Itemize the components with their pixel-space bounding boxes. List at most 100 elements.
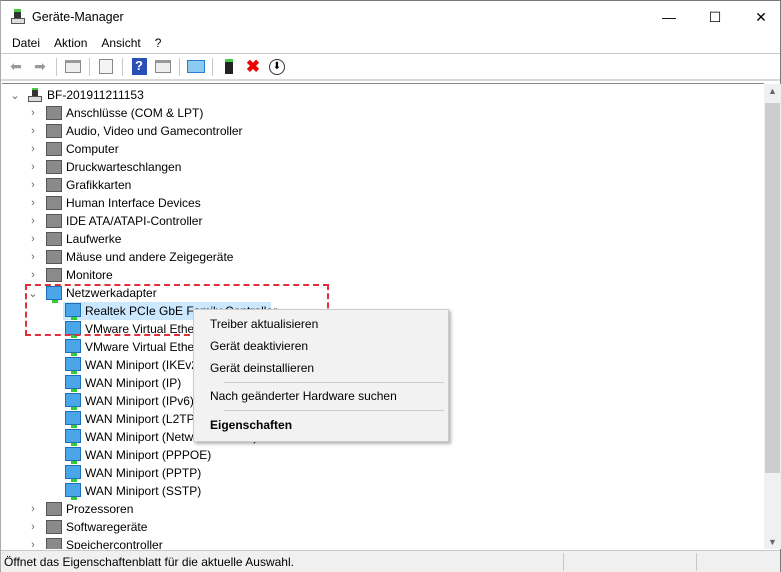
menu-item-scan-hardware[interactable]: Nach geänderter Hardware suchen <box>210 389 397 403</box>
disable-device-icon[interactable]: ⬇ <box>266 56 288 78</box>
category-label: IDE ATA/ATAPI-Controller <box>66 214 203 228</box>
category-item[interactable]: › Anschlüsse (COM & LPT) <box>2 104 702 122</box>
device-manager-window: Geräte-Manager — ☐ ✕ Datei Aktion Ansich… <box>0 0 781 572</box>
scroll-up-icon[interactable]: ▲ <box>764 86 781 96</box>
network-adapter-icon <box>65 393 81 410</box>
category-item[interactable]: › Grafikkarten <box>2 176 702 194</box>
menu-bar: Datei Aktion Ansicht ? <box>1 33 780 54</box>
device-category-icon <box>46 232 62 246</box>
chevron-right-icon[interactable]: › <box>28 107 38 119</box>
console-tree-icon[interactable] <box>62 56 84 78</box>
chevron-right-icon[interactable]: › <box>28 539 38 549</box>
menu-item-properties[interactable]: Eigenschaften <box>210 418 292 432</box>
category-label: Softwaregeräte <box>66 520 148 534</box>
back-arrow-icon[interactable]: ⬅ <box>5 56 27 78</box>
chevron-right-icon[interactable]: › <box>28 215 38 227</box>
device-category-icon <box>46 196 62 210</box>
adapter-label: WAN Miniport (IPv6) <box>85 394 194 408</box>
device-category-icon <box>46 142 62 156</box>
network-adapter-icon <box>65 375 81 392</box>
category-item[interactable]: › Monitore <box>2 266 702 284</box>
network-adapter-item[interactable]: WAN Miniport (PPTP) <box>2 464 702 482</box>
minimize-button[interactable]: — <box>646 1 692 33</box>
network-adapter-item[interactable]: WAN Miniport (SSTP) <box>2 482 702 500</box>
menu-ansicht[interactable]: Ansicht <box>94 33 147 53</box>
chevron-down-icon[interactable]: ⌄ <box>10 89 20 102</box>
device-category-icon <box>46 268 62 282</box>
tree-root[interactable]: ⌄ BF-201911211153 <box>2 86 702 104</box>
chevron-right-icon[interactable]: › <box>28 251 38 263</box>
scroll-down-icon[interactable]: ▼ <box>764 537 781 547</box>
category-item[interactable]: › Computer <box>2 140 702 158</box>
category-label: Prozessoren <box>66 502 134 516</box>
network-adapter-icon <box>46 286 62 303</box>
title-bar: Geräte-Manager — ☐ ✕ <box>1 1 780 33</box>
menu-item-update-driver[interactable]: Treiber aktualisieren <box>210 317 318 331</box>
device-category-icon <box>46 124 62 138</box>
category-item[interactable]: › Laufwerke <box>2 230 702 248</box>
adapter-label: WAN Miniport (PPPOE) <box>85 448 212 462</box>
category-label: Anschlüsse (COM & LPT) <box>66 106 204 120</box>
menu-help[interactable]: ? <box>148 33 169 53</box>
menu-item-uninstall-device[interactable]: Gerät deinstallieren <box>210 361 314 375</box>
chevron-right-icon[interactable]: › <box>28 143 38 155</box>
menu-item-disable-device[interactable]: Gerät deaktivieren <box>210 339 308 353</box>
adapter-label: WAN Miniport (SSTP) <box>85 484 202 498</box>
category-label: Audio, Video und Gamecontroller <box>66 124 243 138</box>
network-adapter-icon <box>65 357 81 374</box>
category-item[interactable]: › Speichercontroller <box>2 536 702 549</box>
window-title: Geräte-Manager <box>32 10 124 24</box>
network-adapter-icon <box>65 303 81 320</box>
chevron-right-icon[interactable]: › <box>28 125 38 137</box>
device-category-icon <box>46 250 62 264</box>
device-category-icon <box>46 178 62 192</box>
category-item[interactable]: › Human Interface Devices <box>2 194 702 212</box>
category-label: Druckwarteschlangen <box>66 160 182 174</box>
category-label: Human Interface Devices <box>66 196 201 210</box>
forward-arrow-icon[interactable]: ➡ <box>29 56 51 78</box>
chevron-down-icon[interactable]: ⌄ <box>28 287 38 300</box>
category-item[interactable]: › Mäuse und andere Zeigegeräte <box>2 248 702 266</box>
chevron-right-icon[interactable]: › <box>28 161 38 173</box>
maximize-button[interactable]: ☐ <box>692 1 738 33</box>
network-adapter-item[interactable]: WAN Miniport (PPPOE) <box>2 446 702 464</box>
network-adapter-icon <box>65 411 81 428</box>
properties-icon[interactable] <box>95 56 117 78</box>
computer-tower-icon <box>28 88 44 102</box>
menu-datei[interactable]: Datei <box>5 33 47 53</box>
network-adapter-icon <box>65 483 81 500</box>
status-text: Öffnet das Eigenschaftenblatt für die ak… <box>4 555 294 569</box>
chevron-right-icon[interactable]: › <box>28 233 38 245</box>
device-category-icon <box>46 160 62 174</box>
chevron-right-icon[interactable]: › <box>28 197 38 209</box>
category-item[interactable]: › Audio, Video und Gamecontroller <box>2 122 702 140</box>
close-button[interactable]: ✕ <box>738 1 781 33</box>
device-category-icon <box>46 502 62 516</box>
scan-hardware-icon[interactable] <box>185 56 207 78</box>
category-item[interactable]: › IDE ATA/ATAPI-Controller <box>2 212 702 230</box>
network-adapter-icon <box>65 465 81 482</box>
update-driver-icon[interactable] <box>218 56 240 78</box>
adapter-label: WAN Miniport (IP) <box>85 376 182 390</box>
chevron-right-icon[interactable]: › <box>28 269 38 281</box>
chevron-right-icon[interactable]: › <box>28 503 38 515</box>
category-item[interactable]: › Softwaregeräte <box>2 518 702 536</box>
category-item[interactable]: › Druckwarteschlangen <box>2 158 702 176</box>
vertical-scrollbar[interactable]: ▲ ▼ <box>764 84 781 549</box>
category-label: Monitore <box>66 268 113 282</box>
scrollbar-thumb[interactable] <box>765 103 780 473</box>
chevron-right-icon[interactable]: › <box>28 521 38 533</box>
menu-aktion[interactable]: Aktion <box>47 33 94 53</box>
uninstall-x-icon[interactable]: ✖ <box>242 56 264 78</box>
context-menu: Treiber aktualisieren Gerät deaktivieren… <box>193 309 449 442</box>
help-icon[interactable]: ? <box>128 56 150 78</box>
device-category-icon <box>46 520 62 534</box>
chevron-right-icon[interactable]: › <box>28 179 38 191</box>
category-network-adapters[interactable]: ⌄ Netzwerkadapter <box>2 284 702 303</box>
category-item[interactable]: › Prozessoren <box>2 500 702 518</box>
adapter-label: WAN Miniport (L2TP) <box>85 412 199 426</box>
menu-separator <box>224 382 444 383</box>
status-bar: Öffnet das Eigenschaftenblatt für die ak… <box>1 550 780 572</box>
network-adapter-icon <box>65 321 81 338</box>
action-pane-icon[interactable] <box>152 56 174 78</box>
